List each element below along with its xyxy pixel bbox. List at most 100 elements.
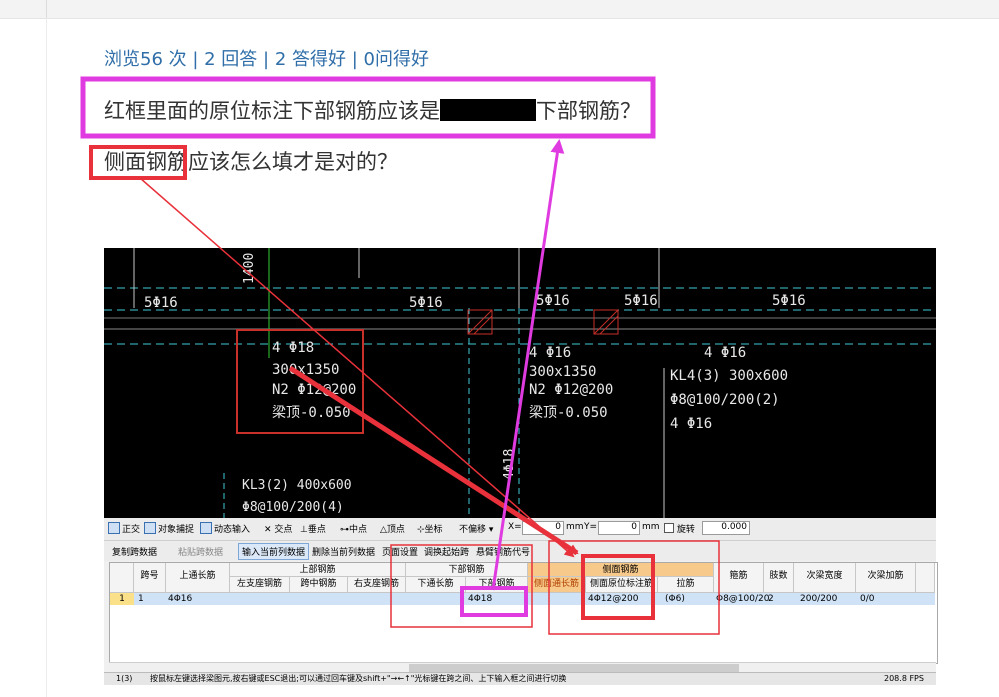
header-side-long: 侧面通长筋 bbox=[528, 577, 586, 593]
cell-top-long[interactable]: 4Φ16 bbox=[168, 593, 192, 605]
y-unit: mm bbox=[642, 522, 660, 532]
beam-label: 5Φ16 bbox=[772, 293, 806, 309]
question-line-1-after: 下部钢筋？ bbox=[536, 99, 641, 123]
cell-bottom-rebar[interactable]: 4Φ18 bbox=[468, 593, 492, 605]
rotate-toggle[interactable]: 旋转 bbox=[664, 522, 695, 535]
question-stats[interactable]: 浏览56 次 | 2 回答 | 2 答得好 | 0问得好 bbox=[104, 45, 429, 71]
header-span: 跨号 bbox=[134, 563, 166, 593]
group-header-side: 侧面钢筋 bbox=[528, 563, 714, 577]
beam-label: 5Φ16 bbox=[144, 295, 178, 311]
cad-drawing: 5Φ16 5Φ16 5Φ16 5Φ16 5Φ16 4 Φ18 300x1350 … bbox=[104, 248, 936, 518]
object-snap-toggle[interactable]: 对象捕捉 bbox=[144, 522, 194, 535]
perpendicular-snap[interactable]: ⊥垂点 bbox=[300, 522, 326, 535]
rotate-label: 旋转 bbox=[676, 525, 695, 535]
delete-current-column-button[interactable]: 删除当前列数据 bbox=[312, 545, 375, 558]
midpoint-snap[interactable]: ⊶中点 bbox=[340, 522, 367, 535]
snap-toolbar: 正交 对象捕捉 动态输入 ✕ 交点 ⊥垂点 ⊶中点 △顶点 ⊹坐标 不偏移 ▾ … bbox=[104, 518, 936, 541]
beam-label: 5Φ16 bbox=[409, 295, 443, 311]
cell-tie[interactable]: (Φ6) bbox=[665, 593, 685, 605]
note1-line: 梁顶-0.050 bbox=[272, 405, 351, 421]
y-input[interactable]: 0 bbox=[598, 521, 640, 535]
coordinate-label: 坐标 bbox=[424, 525, 443, 535]
kl3-label: Φ8@100/200(4) bbox=[242, 500, 344, 515]
header-side-orig: 侧面原位标注筋 bbox=[586, 577, 658, 593]
cantilever-code-button[interactable]: 悬臂钢筋代号 bbox=[476, 545, 530, 558]
beam-label: 5Φ16 bbox=[624, 293, 658, 309]
coordinate-icon: ⊹ bbox=[417, 525, 425, 535]
input-current-column-button[interactable]: 输入当前列数据 bbox=[238, 543, 310, 560]
data-toolbar: 复制跨数据 粘贴跨数据 输入当前列数据 删除当前列数据 页面设置 调换起始跨 悬… bbox=[104, 541, 936, 561]
cad-linework bbox=[104, 248, 936, 518]
group-header-top: 上部钢筋 bbox=[230, 563, 406, 577]
table-corner bbox=[110, 563, 134, 593]
cell-secondary-add[interactable]: 0/0 bbox=[860, 593, 874, 605]
ortho-icon bbox=[108, 522, 120, 534]
content-edge bbox=[46, 18, 47, 697]
object-snap-icon bbox=[144, 522, 156, 534]
beam-label: 5Φ16 bbox=[536, 293, 570, 309]
coordinate-snap[interactable]: ⊹坐标 bbox=[417, 522, 443, 535]
cell-stirrup[interactable]: Φ8@100/20 bbox=[716, 593, 769, 605]
note3-line: 4 Φ16 bbox=[670, 416, 713, 432]
note1-line: 4 Φ18 bbox=[272, 340, 315, 356]
rotate-input[interactable]: 0.000 bbox=[702, 521, 750, 535]
header-secondary-width: 次梁宽度 bbox=[794, 563, 856, 593]
note2-line: N2 Φ12@200 bbox=[529, 382, 614, 398]
swap-start-span-button[interactable]: 调换起始跨 bbox=[424, 545, 469, 558]
offset-label: 不偏移 bbox=[459, 525, 487, 535]
intersection-label: 交点 bbox=[274, 525, 293, 535]
cell-legs[interactable]: 2 bbox=[768, 593, 774, 605]
note1-line: 300x1350 bbox=[272, 362, 340, 378]
intersection-snap[interactable]: ✕ 交点 bbox=[264, 522, 292, 535]
y-label: Y= bbox=[584, 522, 598, 532]
copy-span-data-button[interactable]: 复制跨数据 bbox=[112, 545, 157, 558]
header-top-long: 上通长筋 bbox=[166, 563, 230, 593]
perpendicular-icon: ⊥ bbox=[300, 525, 308, 535]
header-legs: 肢数 bbox=[764, 563, 794, 593]
object-snap-label: 对象捕捉 bbox=[158, 525, 195, 535]
note1-line: N2 Φ12@200 bbox=[272, 382, 357, 398]
group-header-bottom: 下部钢筋 bbox=[406, 563, 528, 577]
dynamic-input-icon bbox=[200, 522, 212, 534]
x-label: X= bbox=[508, 522, 522, 532]
beam-editor-panel: 正交 对象捕捉 动态输入 ✕ 交点 ⊥垂点 ⊶中点 △顶点 ⊹坐标 不偏移 ▾ … bbox=[104, 518, 938, 685]
offset-select[interactable]: 不偏移 ▾ bbox=[459, 522, 493, 535]
vertical-dimension: 1400 bbox=[242, 252, 257, 284]
top-bar-divider bbox=[46, 0, 47, 18]
note2-line: 梁顶-0.050 bbox=[529, 405, 608, 421]
status-message: 按鼠标左键选择梁图元,按右键或ESC退出;可以通过回车键及shift+"→←↑"… bbox=[150, 674, 567, 683]
midpoint-icon: ⊶ bbox=[340, 525, 349, 535]
header-filler bbox=[916, 563, 935, 593]
status-fps: 208.8 FPS bbox=[884, 674, 924, 683]
question-line-1: 红框里面的原位标注下部钢筋应该是 下部钢筋？ bbox=[104, 95, 641, 125]
row-index: 1 bbox=[110, 593, 134, 605]
status-bar: 1(3) 按鼠标左键选择梁图元,按右键或ESC退出;可以通过回车键及shift+… bbox=[104, 672, 936, 685]
rebar-table: 跨号 上通长筋 上部钢筋 左支座钢筋 跨中钢筋 右支座钢筋 下部钢筋 下通长筋 … bbox=[109, 562, 938, 664]
x-input[interactable]: 0 bbox=[522, 521, 564, 535]
header-stirrup: 箍筋 bbox=[714, 563, 764, 593]
note3-line: KL4(3) 300x600 bbox=[670, 368, 789, 384]
note2-line: 4 Φ16 bbox=[529, 345, 572, 361]
header-mid-span: 跨中钢筋 bbox=[290, 577, 348, 593]
ortho-label: 正交 bbox=[122, 525, 141, 535]
note3-line: 4 Φ16 bbox=[704, 345, 747, 361]
perpendicular-label: 垂点 bbox=[307, 525, 326, 535]
question-line-1-before: 红框里面的原位标注下部钢筋应该是 bbox=[104, 99, 440, 123]
header-left-support: 左支座钢筋 bbox=[230, 577, 290, 593]
header-bottom-rebar: 下部钢筋 bbox=[466, 577, 528, 593]
page-setup-button[interactable]: 页面设置 bbox=[382, 545, 418, 558]
paste-span-data-button[interactable]: 粘贴跨数据 bbox=[178, 545, 223, 558]
header-secondary-add: 次梁加筋 bbox=[856, 563, 916, 593]
cell-side-orig[interactable]: 4Φ12@200 bbox=[588, 593, 638, 605]
vertex-snap[interactable]: △顶点 bbox=[380, 522, 405, 535]
status-span-indicator: 1(3) bbox=[116, 674, 133, 683]
dynamic-input-toggle[interactable]: 动态输入 bbox=[200, 522, 250, 535]
rotate-checkbox[interactable] bbox=[664, 523, 674, 533]
header-tie: 拉筋 bbox=[658, 577, 714, 593]
scrollbar-thumb[interactable] bbox=[409, 664, 739, 672]
question-line-2: 侧面钢筋应该怎么填才是对的？ bbox=[104, 150, 398, 174]
ortho-toggle[interactable]: 正交 bbox=[108, 522, 140, 535]
vertical-label: 4Φ18 bbox=[502, 448, 517, 480]
cell-span[interactable]: 1 bbox=[138, 593, 144, 605]
cell-secondary-width[interactable]: 200/200 bbox=[800, 593, 837, 605]
